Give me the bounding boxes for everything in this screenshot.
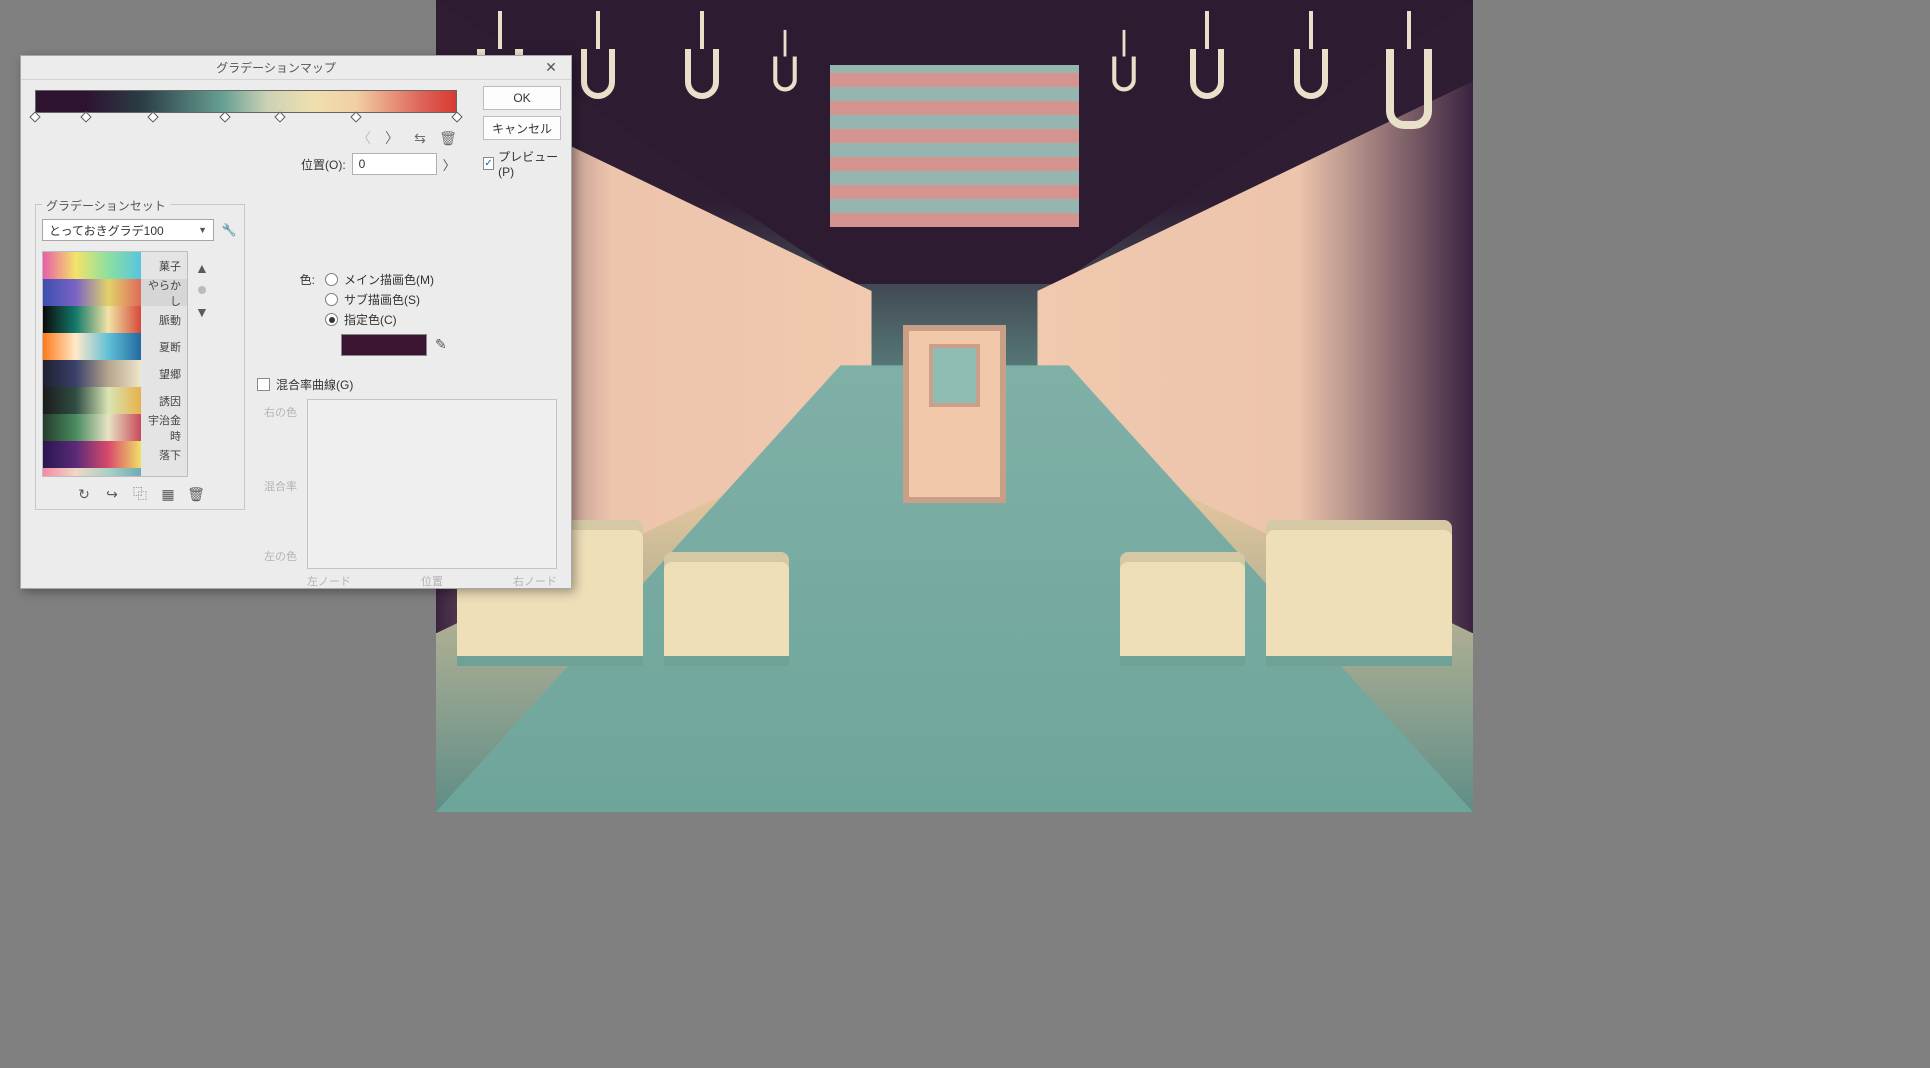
gradient-swatch <box>43 279 141 306</box>
delete-icon[interactable]: 🗑 <box>187 485 205 503</box>
gradient-list-item[interactable]: 望郷 <box>43 360 187 387</box>
close-icon[interactable]: ✕ <box>531 56 571 79</box>
ok-button[interactable]: OK <box>483 86 561 110</box>
gradient-item-name: やらかし <box>141 279 187 306</box>
gradient-swatch <box>43 333 141 360</box>
gradient-swatch <box>43 306 141 333</box>
curve-label-left-color: 左の色 <box>264 548 297 564</box>
art-seat <box>1120 552 1244 666</box>
gradient-stop-marker[interactable] <box>274 111 285 122</box>
gradient-stop-marker[interactable] <box>451 111 462 122</box>
move-down-icon[interactable]: ▼ <box>195 304 209 320</box>
gradient-stop-marker[interactable] <box>350 111 361 122</box>
add-icon[interactable]: ▦ <box>159 485 177 503</box>
radio-main-label: メイン描画色(M) <box>344 271 434 288</box>
prev-node-icon[interactable]: 〈 <box>355 129 373 147</box>
radio-main-color[interactable] <box>325 273 338 286</box>
gradient-stop-marker[interactable] <box>80 111 91 122</box>
radio-specified-color[interactable] <box>325 313 338 326</box>
export-icon[interactable]: ↪ <box>103 485 121 503</box>
gradient-item-name: 宇治金時 <box>141 414 187 441</box>
duplicate-icon[interactable]: ⿻ <box>131 485 149 503</box>
gradient-set-fieldset: グラデーションセット とっておきグラデ100 ▼ 🔧 菓子やらかし脈動夏断望郷誘… <box>35 204 245 510</box>
mix-curve-graph: 右の色 混合率 左の色 <box>307 399 557 569</box>
select-value: とっておきグラデ100 <box>49 222 164 239</box>
curve-label-position: 位置 <box>421 573 443 589</box>
trash-icon[interactable]: 🗑 <box>439 129 457 147</box>
scroll-indicator-icon <box>198 286 206 294</box>
curve-label-right-color: 右の色 <box>264 404 297 420</box>
gradient-list-item[interactable]: 宇治金時 <box>43 414 187 441</box>
gradient-set-select[interactable]: とっておきグラデ100 ▼ <box>42 219 214 241</box>
wrench-icon[interactable]: 🔧 <box>220 221 238 239</box>
gradient-stop-marker[interactable] <box>29 111 40 122</box>
preview-label: プレビュー(P) <box>498 148 561 179</box>
gradient-list-item[interactable]: 桃感 <box>43 468 187 477</box>
art-handle <box>581 49 615 99</box>
art-handle <box>773 56 797 91</box>
art-door <box>903 325 1007 504</box>
position-input[interactable]: 0 <box>352 153 437 175</box>
gradient-list[interactable]: 菓子やらかし脈動夏断望郷誘因宇治金時落下桃感 <box>42 251 188 477</box>
art-handle <box>685 49 719 99</box>
gradient-markers[interactable] <box>35 113 457 125</box>
radio-sub-label: サブ描画色(S) <box>344 291 420 308</box>
gradient-swatch <box>43 252 141 279</box>
gradient-list-item[interactable]: 夏断 <box>43 333 187 360</box>
art-handle <box>1386 49 1432 129</box>
gradient-list-item[interactable]: 落下 <box>43 441 187 468</box>
gradient-swatch <box>43 441 141 468</box>
curve-label-left-node: 左ノード <box>307 573 351 589</box>
gradient-item-name: 桃感 <box>141 468 187 477</box>
position-stepper-icon[interactable]: 〉 <box>443 155 459 174</box>
mix-curve-checkbox-row[interactable]: 混合率曲線(G) <box>257 376 557 393</box>
next-node-icon[interactable]: 〉 <box>383 129 401 147</box>
gradient-list-item[interactable]: 菓子 <box>43 252 187 279</box>
gradient-swatch <box>43 468 141 477</box>
art-seat <box>664 552 788 666</box>
dialog-title: グラデーションマップ <box>21 59 531 76</box>
gradient-stop-marker[interactable] <box>219 111 230 122</box>
gradient-swatch <box>43 387 141 414</box>
gradient-stop-marker[interactable] <box>147 111 158 122</box>
gradient-item-name: 落下 <box>141 441 187 468</box>
curve-label-right-node: 右ノード <box>513 573 557 589</box>
art-handle <box>1112 56 1136 91</box>
radio-specified-label: 指定色(C) <box>344 311 397 328</box>
cancel-button[interactable]: キャンセル <box>483 116 561 140</box>
flip-icon[interactable]: ⇆ <box>411 129 429 147</box>
radio-sub-color[interactable] <box>325 293 338 306</box>
titlebar[interactable]: グラデーションマップ ✕ <box>21 56 571 80</box>
gradient-item-name: 菓子 <box>141 252 187 279</box>
position-label: 位置(O): <box>301 156 346 173</box>
preview-checkbox-row[interactable]: プレビュー(P) <box>483 148 561 179</box>
gradient-item-name: 望郷 <box>141 360 187 387</box>
gradient-map-dialog: グラデーションマップ ✕ OK キャンセル プレビュー(P) 〈 〉 ⇆ 🗑 位… <box>20 55 572 589</box>
curve-label-mix-rate: 混合率 <box>264 478 297 494</box>
eyedropper-icon[interactable]: ✎ <box>435 336 453 354</box>
gradient-item-name: 脈動 <box>141 306 187 333</box>
gradient-list-item[interactable]: やらかし <box>43 279 187 306</box>
fieldset-label: グラデーションセット <box>42 197 170 214</box>
gradient-list-item[interactable]: 誘因 <box>43 387 187 414</box>
art-handle <box>1294 49 1328 99</box>
gradient-list-item[interactable]: 脈動 <box>43 306 187 333</box>
gradient-bar[interactable] <box>35 90 457 113</box>
gradient-item-name: 夏断 <box>141 333 187 360</box>
art-seat <box>1266 520 1453 666</box>
checkbox-icon[interactable] <box>257 378 270 391</box>
art-handle <box>1190 49 1224 99</box>
chevron-down-icon: ▼ <box>198 225 207 235</box>
checkbox-icon[interactable] <box>483 157 494 170</box>
import-icon[interactable]: ↻ <box>75 485 93 503</box>
gradient-swatch <box>43 414 141 441</box>
gradient-item-name: 誘因 <box>141 387 187 414</box>
canvas-preview <box>436 0 1473 812</box>
color-section-label: 色: <box>281 271 315 288</box>
art-ad <box>830 65 1079 227</box>
color-well[interactable] <box>341 334 427 356</box>
mix-curve-label: 混合率曲線(G) <box>276 376 353 393</box>
move-up-icon[interactable]: ▲ <box>195 260 209 276</box>
gradient-swatch <box>43 360 141 387</box>
